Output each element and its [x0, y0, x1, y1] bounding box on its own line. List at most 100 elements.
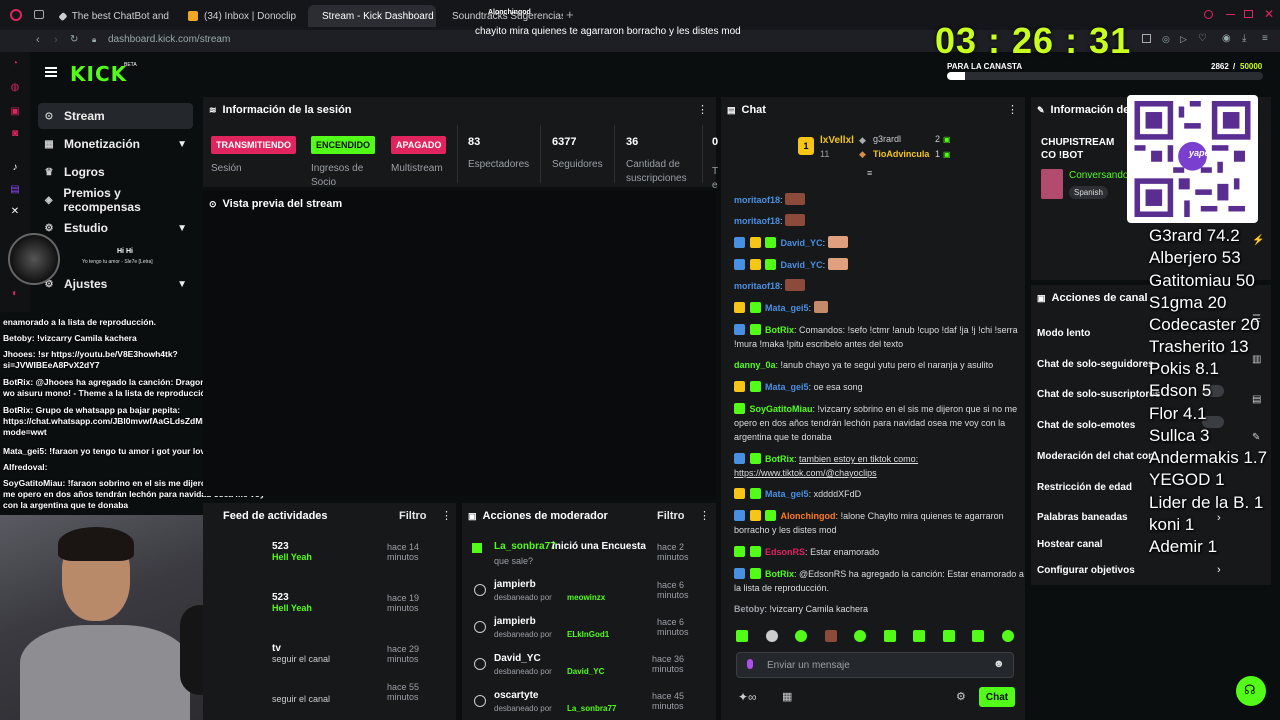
search-icon[interactable]: [1204, 10, 1213, 19]
emote-icon[interactable]: [854, 630, 867, 642]
chat-username[interactable]: moritaof18: [734, 195, 780, 205]
emoji-icon[interactable]: ☻: [993, 658, 1005, 670]
action-followers-only[interactable]: Chat de solo-seguidores: [1037, 359, 1154, 370]
action-subscribers-only[interactable]: Chat de solo-suscriptores: [1037, 389, 1160, 400]
x-icon[interactable]: ✕: [9, 206, 21, 218]
mod-action-by[interactable]: ELkInGod1: [567, 630, 609, 639]
close-icon[interactable]: ✕: [1264, 7, 1274, 21]
quick-action-icon[interactable]: ⚡: [1252, 235, 1264, 246]
chat-username[interactable]: Alonchingod: [781, 511, 836, 521]
kick-logo[interactable]: KICK: [70, 62, 127, 86]
emote-icon[interactable]: [883, 630, 896, 642]
action-slow-mode[interactable]: Modo lento: [1037, 328, 1090, 339]
maximize-icon[interactable]: [1244, 10, 1253, 18]
download-icon[interactable]: ⤓: [1242, 33, 1246, 44]
opera-logo-icon[interactable]: [10, 9, 22, 21]
emote-icon[interactable]: [795, 630, 808, 642]
more-options-icon[interactable]: ⋮: [697, 103, 708, 116]
mod-action-by[interactable]: meowinzx: [567, 593, 605, 602]
emote-icon[interactable]: [736, 630, 748, 642]
tab-overview-icon[interactable]: [34, 10, 44, 19]
chat-username[interactable]: BotRix: [765, 325, 794, 335]
quick-action-icon[interactable]: ▤: [1252, 394, 1261, 405]
aria-icon[interactable]: ◔: [9, 58, 21, 70]
chat-username[interactable]: Mata_gei5: [765, 382, 809, 392]
infinity-icon[interactable]: ✦∞: [738, 690, 757, 704]
filter-button[interactable]: Filtro: [399, 510, 427, 522]
messenger-icon[interactable]: ◍: [9, 82, 21, 94]
store-icon[interactable]: ▦: [782, 690, 792, 703]
mod-user[interactable]: David_YC: [494, 653, 541, 664]
mod-user[interactable]: jampierb: [494, 616, 536, 627]
chat-username[interactable]: EdsonRS: [765, 547, 805, 557]
chat-username[interactable]: SoyGatitoMiau: [750, 404, 813, 414]
chat-username[interactable]: moritaof18: [734, 216, 780, 226]
chat-input-box[interactable]: Enviar un mensaje ☻: [736, 652, 1014, 678]
category-name[interactable]: Conversando: [1069, 170, 1128, 181]
top-gifter-name[interactable]: g3rardl: [873, 134, 901, 144]
pinned-collapse-icon[interactable]: ≡: [867, 168, 872, 178]
mod-user[interactable]: jampierb: [494, 579, 536, 590]
emote-icon[interactable]: [1001, 630, 1014, 642]
chat-username[interactable]: BotRix: [765, 454, 794, 464]
filter-button[interactable]: Filtro: [657, 510, 685, 522]
chevron-right-icon[interactable]: ›: [1217, 564, 1221, 576]
menu-icon[interactable]: ≡: [1262, 33, 1268, 44]
twitch-icon[interactable]: ▤: [9, 184, 21, 196]
chat-username[interactable]: danny_0a: [734, 360, 776, 370]
chat-username[interactable]: David_YC: [781, 260, 823, 270]
emote-icon[interactable]: [913, 630, 926, 642]
camera-icon[interactable]: ◎: [1162, 34, 1170, 45]
top-gifter-name[interactable]: TioAdvincula: [873, 149, 929, 159]
heart-icon[interactable]: ♡: [1198, 33, 1207, 44]
action-emotes-only[interactable]: Chat de solo-emotes: [1037, 420, 1135, 431]
nav-estudio[interactable]: ⚙ Estudio ▼: [38, 215, 193, 241]
quick-action-icon[interactable]: ▥: [1252, 354, 1261, 365]
action-banned-words[interactable]: Palabras baneadas: [1037, 512, 1128, 523]
profile-icon[interactable]: ◉: [1222, 33, 1231, 44]
chat-username[interactable]: Mata_gei5: [765, 489, 809, 499]
chat-username[interactable]: BotRix: [765, 569, 794, 579]
chevron-right-icon[interactable]: ›: [1217, 512, 1221, 524]
wrench-icon[interactable]: ✎: [1252, 432, 1260, 443]
emote-icon[interactable]: [824, 630, 837, 642]
microphone-icon[interactable]: [747, 659, 753, 669]
nav-stream[interactable]: ⊙ Stream: [38, 103, 193, 129]
reload-icon[interactable]: ↻: [70, 34, 78, 45]
forward-icon[interactable]: ›: [54, 34, 58, 46]
nav-monetizacion[interactable]: ▦ Monetización ▼: [38, 131, 193, 157]
action-chat-moderation[interactable]: Moderación del chat con: [1037, 451, 1154, 462]
instagram-icon[interactable]: ▣: [9, 106, 21, 118]
nav-premios[interactable]: ◈ Premios y recompensas: [38, 186, 193, 214]
send-chat-button[interactable]: Chat: [979, 687, 1015, 707]
action-host-channel[interactable]: Hostear canal: [1037, 539, 1103, 550]
mod-user[interactable]: oscartyte: [494, 690, 538, 701]
more-options-icon[interactable]: ⋮: [699, 509, 710, 522]
more-options-icon[interactable]: ⋮: [1007, 103, 1018, 116]
chat-username[interactable]: Mata_gei5: [765, 303, 809, 313]
more-options-icon[interactable]: ⋮: [441, 509, 452, 522]
tab-chatbot[interactable]: The best ChatBot and: [52, 5, 177, 27]
chat-username[interactable]: David_YC: [781, 238, 823, 248]
hamburger-menu-icon[interactable]: [45, 67, 57, 77]
mod-action-by[interactable]: La_sonbra77: [567, 704, 616, 713]
url-field[interactable]: dashboard.kick.com/stream: [108, 34, 230, 45]
emote-icon[interactable]: [765, 630, 778, 642]
settings-gear-icon[interactable]: ⚙: [956, 690, 966, 703]
minimize-icon[interactable]: [1226, 14, 1235, 15]
emote-icon[interactable]: [972, 630, 985, 642]
action-age-restriction[interactable]: Restricción de edad: [1037, 482, 1132, 493]
emote-icon[interactable]: [942, 630, 955, 642]
chat-username[interactable]: moritaof18: [734, 281, 780, 291]
tab-kick-dashboard[interactable]: Stream - Kick Dashboard: [308, 5, 436, 27]
nav-ajustes[interactable]: ⚙ Ajustes ▼: [38, 271, 193, 297]
mod-user[interactable]: La_sonbra77: [494, 541, 556, 552]
play-icon[interactable]: ▷: [1180, 34, 1187, 45]
tab-donoclip[interactable]: (34) Inbox | Donoclip: [180, 5, 305, 27]
extensions-icon[interactable]: [1142, 34, 1151, 43]
chat-username[interactable]: Betoby: [734, 604, 765, 614]
whatsapp-icon[interactable]: ◙: [9, 128, 21, 140]
music-icon[interactable]: ◐: [9, 288, 21, 300]
top-gifter-name[interactable]: lxVellxl: [820, 135, 854, 146]
support-chat-button[interactable]: ☊: [1236, 676, 1266, 706]
